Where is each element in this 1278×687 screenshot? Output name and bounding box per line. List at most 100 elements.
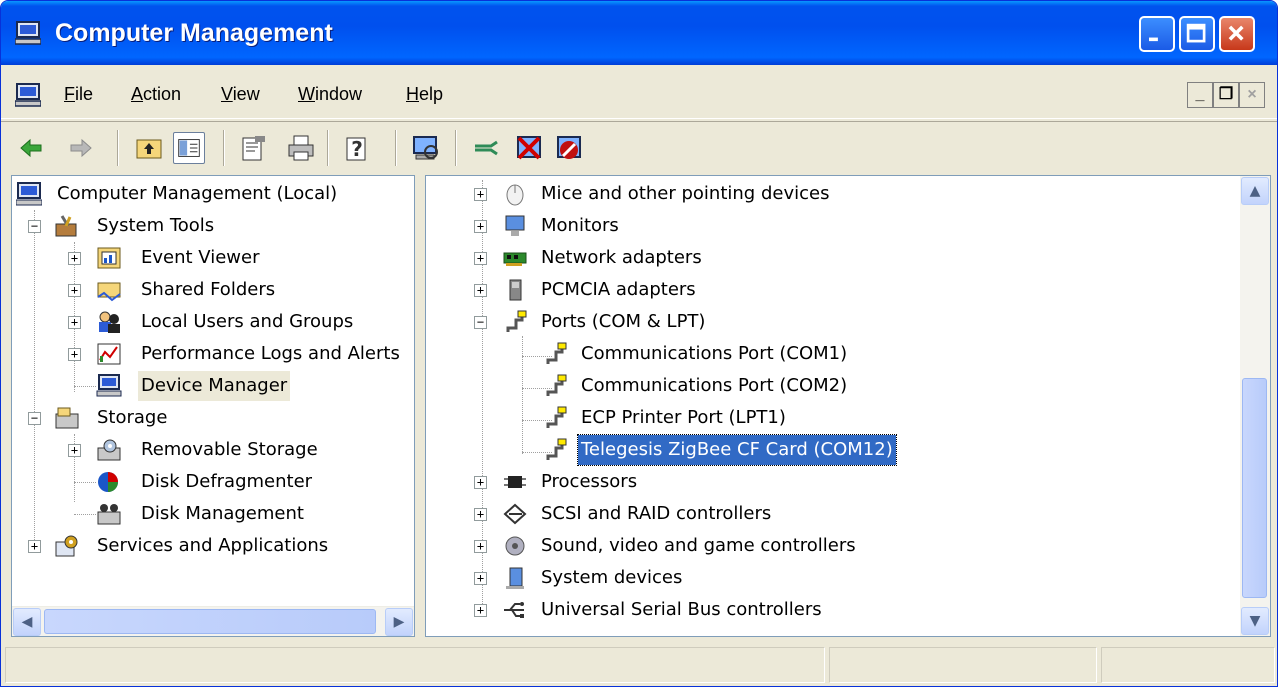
tree-line	[34, 210, 35, 550]
minimize-icon	[1149, 37, 1158, 42]
scroll-thumb[interactable]	[44, 609, 376, 634]
menu-window[interactable]: Window	[298, 84, 362, 105]
disable-device-icon[interactable]	[513, 132, 545, 164]
monitor-icon	[505, 215, 525, 236]
menu-help[interactable]: Help	[406, 84, 443, 105]
svg-text:?: ?	[351, 137, 363, 161]
mdi-restore-button[interactable]: ❐	[1213, 82, 1239, 108]
tree-label: Computer Management (Local)	[57, 183, 338, 204]
expand-icon[interactable]: +	[474, 604, 487, 617]
right-vertical-scrollbar[interactable]: ▲ ▼	[1240, 176, 1270, 636]
disk-defragmenter-icon	[98, 472, 118, 492]
pcmcia-card-icon	[509, 279, 522, 301]
up-folder-icon[interactable]	[133, 132, 165, 164]
menu-bar: File Action View Window Help _ ❐ ×	[1, 69, 1277, 119]
expand-icon[interactable]: +	[474, 508, 487, 521]
left-horizontal-scrollbar[interactable]: ◀ ▶	[12, 606, 414, 636]
toolbar-separator	[455, 130, 457, 166]
tree-label: Processors	[541, 471, 638, 492]
scroll-thumb[interactable]	[1242, 378, 1267, 598]
forward-arrow-icon[interactable]	[65, 132, 97, 164]
scroll-up-button[interactable]: ▲	[1241, 177, 1269, 205]
storage-icon	[55, 407, 79, 429]
performance-icon	[97, 343, 121, 365]
tree-label: Ports (COM & LPT)	[541, 311, 706, 332]
computer-management-window: Computer Management File Action View Win…	[0, 0, 1278, 687]
menu-mnemonic: V	[221, 84, 233, 104]
scroll-down-button[interactable]: ▼	[1241, 607, 1269, 635]
port-connector-icon	[546, 342, 567, 364]
mdi-close-button[interactable]: ×	[1239, 82, 1265, 108]
device-list-pane[interactable]: + Mice and other pointing devices + Moni…	[425, 175, 1271, 637]
close-icon	[1228, 25, 1244, 41]
expand-icon[interactable]: +	[68, 444, 81, 457]
expand-icon[interactable]: +	[28, 540, 41, 553]
tree-label: Event Viewer	[141, 247, 260, 268]
tree-label: System Tools	[97, 215, 215, 236]
users-icon	[99, 311, 120, 333]
tree-label: Communications Port (COM1)	[581, 343, 848, 364]
properties-icon[interactable]	[237, 132, 269, 164]
uninstall-device-icon[interactable]	[553, 132, 585, 164]
console-tree-pane[interactable]: Computer Management (Local) − System Too…	[11, 175, 415, 637]
tree-label: System devices	[541, 567, 683, 588]
expand-icon[interactable]: +	[68, 316, 81, 329]
tree-label: Disk Defragmenter	[141, 471, 313, 492]
minimize-button[interactable]	[1139, 16, 1175, 52]
tree-label: Services and Applications	[97, 535, 329, 556]
tree-label: Local Users and Groups	[141, 311, 354, 332]
title-bar[interactable]: Computer Management	[1, 1, 1277, 65]
computer-icon	[16, 182, 42, 206]
expand-icon[interactable]: +	[474, 476, 487, 489]
port-connector-icon	[546, 374, 567, 396]
close-button[interactable]	[1219, 16, 1255, 52]
expand-icon[interactable]: +	[474, 252, 487, 265]
tree-line	[74, 514, 96, 515]
scsi-icon	[503, 503, 527, 525]
toolbox-icon	[55, 215, 77, 237]
expand-icon[interactable]: +	[474, 284, 487, 297]
print-icon[interactable]	[285, 132, 317, 164]
expand-icon[interactable]: +	[68, 252, 81, 265]
tree-label: Universal Serial Bus controllers	[541, 599, 822, 620]
computer-icon	[15, 21, 41, 45]
toolbar-separator	[327, 130, 329, 166]
status-cell-middle	[829, 647, 1097, 683]
maximize-button[interactable]	[1179, 16, 1215, 52]
update-driver-icon[interactable]	[471, 132, 503, 164]
tree-line	[74, 482, 96, 483]
shared-folder-icon	[97, 282, 121, 302]
tree-line	[74, 386, 96, 387]
help-icon[interactable]: ?	[341, 132, 373, 164]
menu-mnemonic: F	[64, 84, 75, 104]
collapse-icon[interactable]: −	[28, 412, 41, 425]
expand-icon[interactable]: +	[474, 540, 487, 553]
scroll-right-button[interactable]: ▶	[385, 608, 413, 636]
sound-icon	[505, 536, 525, 556]
show-hide-tree-icon[interactable]	[173, 132, 205, 164]
menu-mnemonic: A	[131, 84, 144, 104]
toolbar-separator	[117, 130, 119, 166]
status-cell-main	[5, 647, 825, 683]
menu-file[interactable]: File	[64, 84, 93, 105]
tree-label: Network adapters	[541, 247, 702, 268]
status-bar	[1, 643, 1277, 686]
collapse-icon[interactable]: −	[28, 220, 41, 233]
menu-action[interactable]: Action	[131, 84, 181, 105]
collapse-icon[interactable]: −	[474, 316, 487, 329]
expand-icon[interactable]: +	[68, 284, 81, 297]
expand-icon[interactable]: +	[474, 188, 487, 201]
back-arrow-icon[interactable]	[15, 132, 47, 164]
tree-line	[522, 336, 523, 454]
expand-icon[interactable]: +	[474, 220, 487, 233]
scan-hardware-icon[interactable]	[409, 132, 441, 164]
expand-icon[interactable]: +	[474, 572, 487, 585]
computer-icon[interactable]	[15, 83, 41, 107]
port-connector-icon	[546, 438, 567, 460]
tree-label: Device Manager	[138, 371, 291, 401]
menu-view[interactable]: View	[221, 84, 260, 105]
mdi-minimize-button[interactable]: _	[1187, 82, 1213, 108]
scroll-left-button[interactable]: ◀	[13, 608, 41, 636]
tree-label: Removable Storage	[141, 439, 318, 460]
expand-icon[interactable]: +	[68, 348, 81, 361]
